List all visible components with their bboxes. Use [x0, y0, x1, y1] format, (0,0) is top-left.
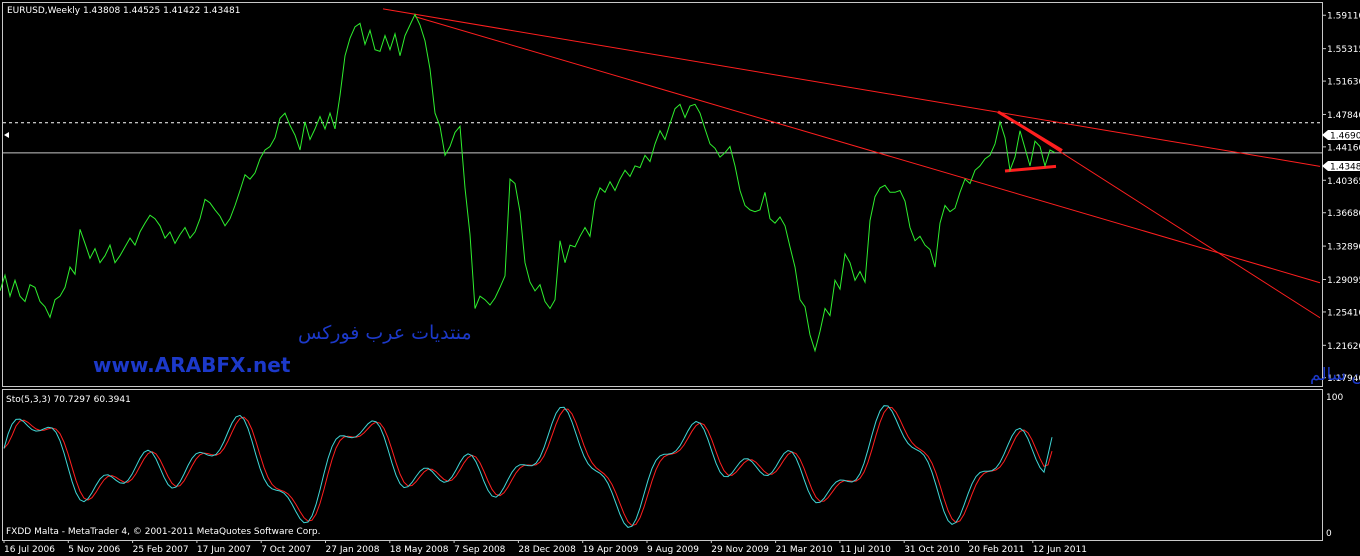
stochastic-panel — [2, 389, 1323, 541]
x-tick-label: 19 Apr 2009 — [583, 545, 639, 555]
x-tick-label: 20 Feb 2011 — [969, 545, 1025, 555]
trendline — [1004, 164, 1057, 173]
x-tick-label: 28 Dec 2008 — [518, 545, 576, 555]
x-tick-label: 7 Sep 2008 — [454, 545, 506, 555]
y-tick-label: 1.55315 — [1327, 45, 1360, 55]
y-tick-label: 1.51630 — [1327, 78, 1360, 88]
x-tick-label: 12 Jun 2011 — [1033, 545, 1087, 555]
y-tick-label: 1.40365 — [1327, 177, 1360, 187]
y-tick-label: 1.47840 — [1327, 111, 1360, 121]
x-tick-label: 25 Feb 2007 — [133, 545, 189, 555]
trendline — [382, 8, 1321, 167]
shift-arrow-icon — [4, 132, 9, 138]
y-tick-label: 1.32890 — [1327, 243, 1360, 253]
trendline — [414, 16, 1321, 284]
stochastic-main-line — [3, 405, 1053, 528]
watermark-url: www.ARABFX.net — [93, 353, 291, 377]
stochastic-header: Sto(5,3,3) 70.7297 60.3941 — [6, 395, 131, 405]
y-tick-label: 1.36680 — [1327, 209, 1360, 219]
dashed-line-price-label: 1.46900 — [1330, 132, 1360, 142]
y-tick-label: 1.21620 — [1327, 342, 1360, 352]
trendline — [997, 111, 1321, 319]
chart-canvas[interactable]: 1.59110 1.55315 1.51630 1.47840 1.44160 1.403… — [0, 0, 1360, 556]
y-tick-label: 1.59110 — [1327, 12, 1360, 22]
price-line — [0, 13, 1056, 353]
x-tick-label: 7 Oct 2007 — [261, 545, 311, 555]
chart-header: EURUSD,Weekly 1.43808 1.44525 1.41422 1.… — [7, 6, 240, 16]
footer-copyright: FXDD Malta - MetaTrader 4, © 2001-2011 M… — [6, 527, 321, 537]
x-tick-label: 31 Oct 2010 — [904, 545, 960, 555]
x-tick-label: 21 Mar 2010 — [776, 545, 833, 555]
x-tick-label: 17 Jun 2007 — [197, 545, 251, 555]
x-tick-label: 11 Jul 2010 — [840, 545, 891, 555]
current-price-label: 1.43481 — [1330, 163, 1360, 173]
price-panel — [2, 2, 1323, 387]
stochastic-signal-line — [3, 406, 1053, 527]
y-tick-label: 1.25410 — [1327, 308, 1360, 318]
x-tick-label: 16 Jul 2006 — [4, 545, 55, 555]
y-tick-label: 1.29095 — [1327, 276, 1360, 286]
x-tick-label: 29 Nov 2009 — [711, 545, 769, 555]
watermark-arabic: منتديات عرب فوركس — [298, 322, 472, 344]
x-tick-label: 18 May 2008 — [390, 545, 449, 555]
x-tick-label: 5 Nov 2006 — [68, 545, 120, 555]
y-tick-label: 1.44160 — [1327, 143, 1360, 153]
stochastic-scale-bottom: 0 — [1326, 529, 1332, 539]
author-label: د.عبد الرحمن سالم — [1310, 365, 1360, 385]
stochastic-scale-top: 100 — [1326, 393, 1343, 403]
x-tick-label: 27 Jan 2008 — [326, 545, 380, 555]
x-tick-label: 9 Aug 2009 — [647, 545, 699, 555]
